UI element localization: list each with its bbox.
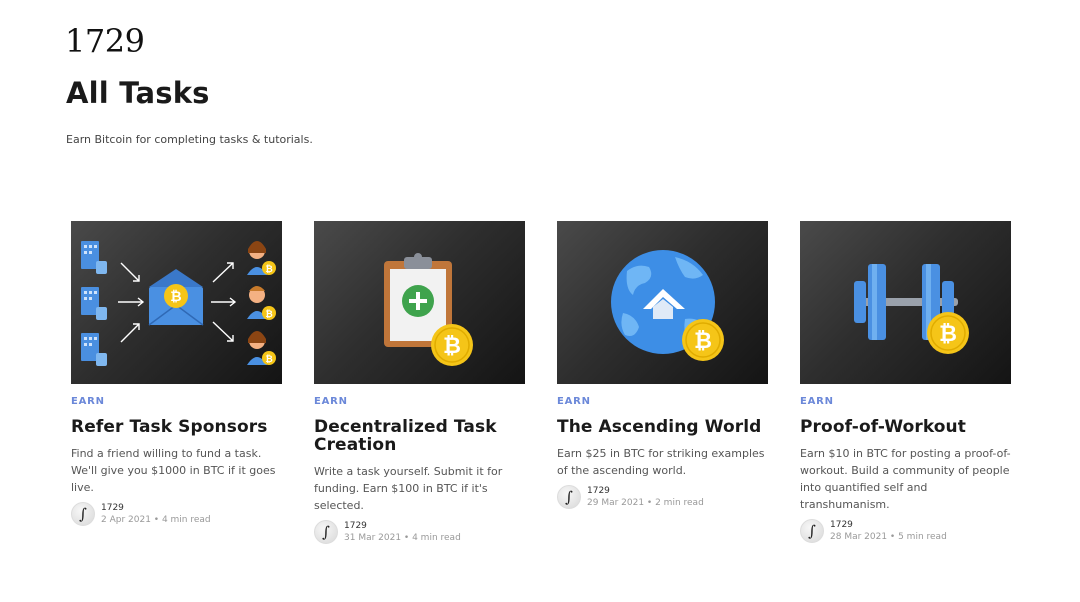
post-date-readtime: 2 Apr 2021 • 4 min read — [101, 515, 211, 525]
card-tag[interactable]: EARN — [71, 396, 282, 407]
card-excerpt: Earn $10 in BTC for posting a proof-of-w… — [800, 447, 1011, 511]
card-meta: ∫ 1729 31 Mar 2021 • 4 min read — [314, 520, 525, 544]
post-date-readtime: 29 Mar 2021 • 2 min read — [587, 498, 704, 508]
author-name[interactable]: 1729 — [344, 520, 461, 532]
page-subtitle: Earn Bitcoin for completing tasks & tuto… — [66, 133, 313, 146]
svg-text:₿: ₿ — [694, 329, 712, 354]
card-meta: ∫ 1729 28 Mar 2021 • 5 min read — [800, 519, 1011, 543]
author-name[interactable]: 1729 — [101, 502, 211, 514]
task-card[interactable]: ₿ EARN Decentralized Task Creation Write… — [314, 221, 525, 544]
post-date-readtime: 28 Mar 2021 • 5 min read — [830, 532, 947, 542]
author-avatar[interactable]: ∫ — [557, 485, 581, 509]
card-excerpt: Earn $25 in BTC for striking examples of… — [557, 447, 765, 477]
card-tag[interactable]: EARN — [800, 396, 1011, 407]
svg-text:₿: ₿ — [265, 309, 272, 320]
task-card[interactable]: ₿ EARN The Ascending World Earn $25 in B… — [557, 221, 768, 509]
post-date-readtime: 31 Mar 2021 • 4 min read — [344, 533, 461, 543]
clipboard-plus-icon: ₿ — [384, 253, 473, 366]
card-tag[interactable]: EARN — [557, 396, 768, 407]
card-image[interactable]: ₿ ₿ ₿ ₿ — [71, 221, 282, 384]
svg-text:₿: ₿ — [443, 334, 461, 359]
site-logo[interactable]: 1729 — [65, 22, 145, 60]
card-title[interactable]: Refer Task Sponsors — [71, 418, 282, 436]
card-image[interactable]: ₿ — [314, 221, 525, 384]
card-meta: ∫ 1729 2 Apr 2021 • 4 min read — [71, 502, 282, 526]
page-title: All Tasks — [66, 76, 210, 110]
author-name[interactable]: 1729 — [587, 485, 704, 497]
card-tag[interactable]: EARN — [314, 396, 525, 407]
svg-text:₿: ₿ — [939, 322, 957, 347]
task-card[interactable]: ₿ ₿ ₿ ₿ EARN Refer Task Sponsors Find a … — [71, 221, 282, 526]
svg-text:₿: ₿ — [170, 289, 181, 305]
card-image[interactable]: ₿ — [800, 221, 1011, 384]
card-meta: ∫ 1729 29 Mar 2021 • 2 min read — [557, 485, 768, 509]
author-avatar[interactable]: ∫ — [800, 519, 824, 543]
globe-icon: ₿ — [611, 250, 724, 361]
task-card[interactable]: ₿ EARN Proof-of-Workout Earn $10 in BTC … — [800, 221, 1011, 543]
card-excerpt: Write a task yourself. Submit it for fun… — [314, 465, 503, 512]
card-image[interactable]: ₿ — [557, 221, 768, 384]
dumbbell-icon: ₿ — [854, 264, 969, 354]
card-excerpt: Find a friend willing to fund a task. We… — [71, 447, 276, 494]
svg-text:₿: ₿ — [265, 264, 272, 275]
author-name[interactable]: 1729 — [830, 519, 947, 531]
refer-envelope-icon: ₿ ₿ ₿ ₿ — [81, 241, 276, 366]
card-title[interactable]: Proof-of-Workout — [800, 418, 1011, 436]
card-title[interactable]: Decentralized Task Creation — [314, 418, 525, 454]
svg-text:₿: ₿ — [265, 354, 272, 365]
author-avatar[interactable]: ∫ — [314, 520, 338, 544]
author-avatar[interactable]: ∫ — [71, 502, 95, 526]
card-title[interactable]: The Ascending World — [557, 418, 768, 436]
